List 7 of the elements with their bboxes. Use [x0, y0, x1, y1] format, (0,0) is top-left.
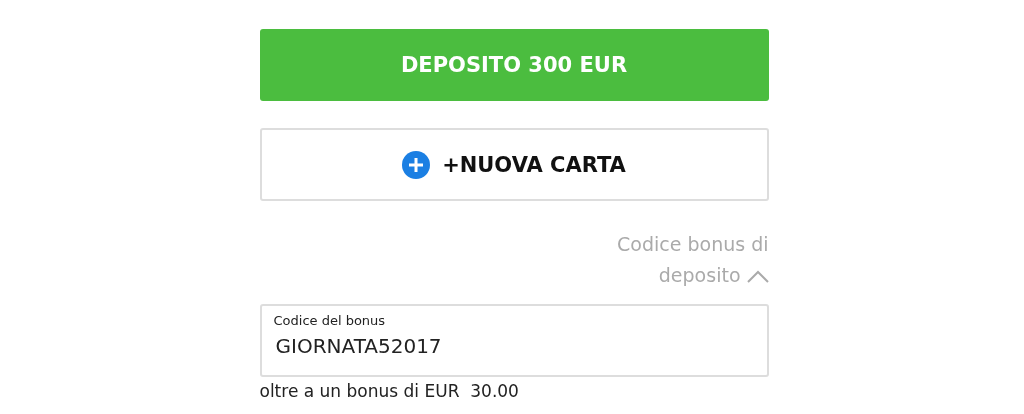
chevron-icon [746, 269, 769, 283]
bonus-note: oltre a un bonus di EUR 30.00 [259, 381, 520, 401]
plus-icon [402, 150, 431, 179]
new-card-button[interactable]: +NUOVA CARTA [259, 128, 769, 201]
field-value: GIORNATA52017 [275, 334, 442, 358]
field-label: Codice del bonus [273, 313, 386, 328]
bonus-code-field[interactable]: Codice del bonus GIORNATA52017 [259, 304, 769, 377]
